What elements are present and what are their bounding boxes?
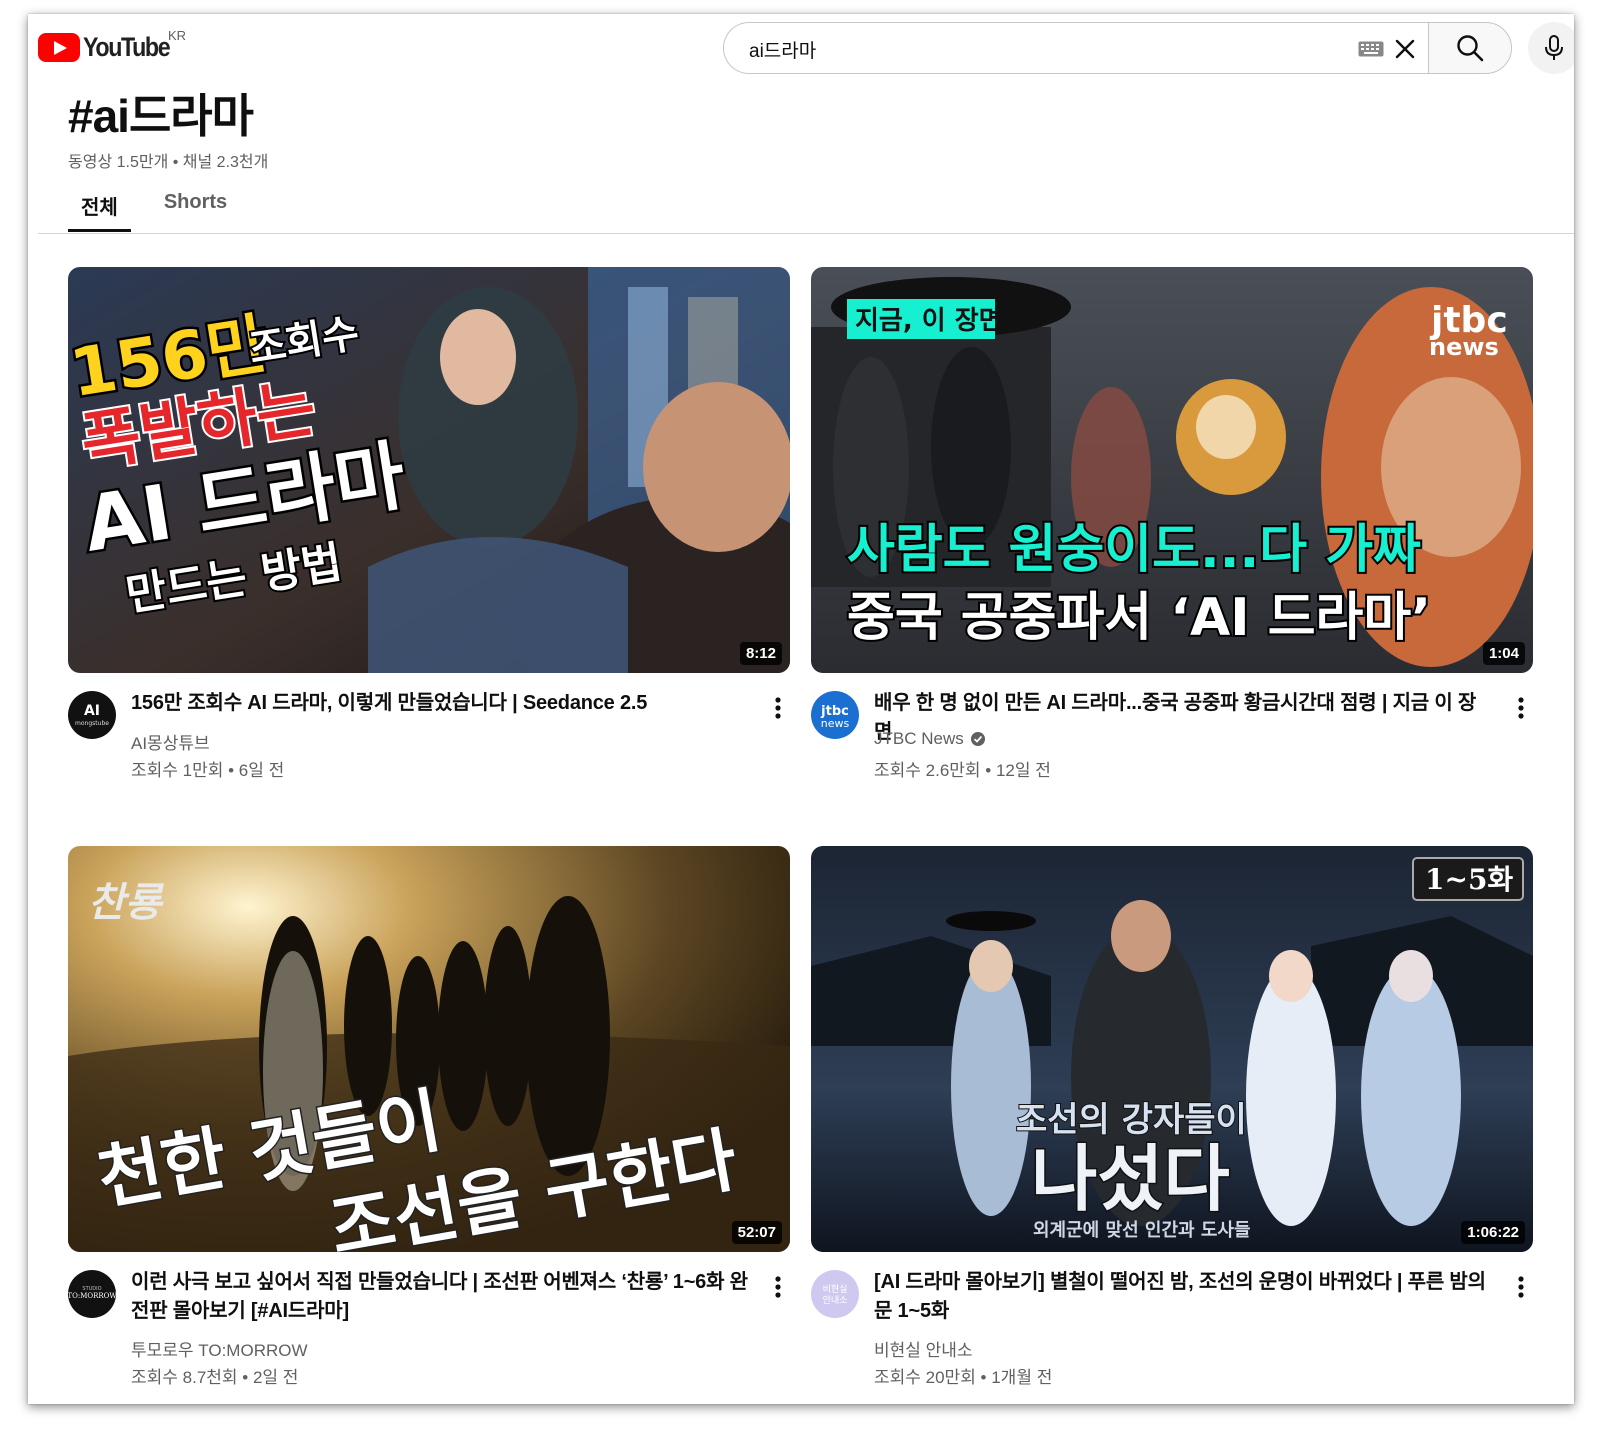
page-title: #ai드라마 [68, 90, 254, 142]
channel-name[interactable]: JTBC News [874, 729, 986, 749]
svg-text:1~5화: 1~5화 [1425, 863, 1513, 896]
channel-name[interactable]: 비현실 안내소 [874, 1336, 973, 1361]
video-stats: 조회수 1만회 • 6일 전 [131, 761, 285, 780]
svg-text:안내소: 안내소 [823, 1295, 848, 1306]
channel-avatar[interactable]: AI mongstube [68, 691, 116, 739]
svg-text:TO:MORROW: TO:MORROW [68, 1292, 116, 1300]
video-stats: 조회수 8.7천회 • 2일 전 [131, 1368, 299, 1387]
microphone-icon [1545, 35, 1563, 60]
search-button[interactable] [1428, 22, 1512, 74]
svg-text:지금, 이 장면: 지금, 이 장면 [855, 306, 1003, 336]
video-card[interactable]: 156만 조회수 폭발하는 AI 드라마 만드는 방법 8:12 AI mong… [68, 267, 790, 793]
search-input[interactable]: ai드라마 [723, 22, 1428, 74]
video-thumbnail[interactable]: 1~5화 조선의 강자들이 나섰다 외계군에 맞선 인간과 도사들 1:06:2… [811, 846, 1533, 1252]
svg-text:중국 공중파서 ‘AI 드라마’: 중국 공중파서 ‘AI 드라마’ [847, 588, 1431, 648]
video-duration: 1:04 [1482, 642, 1525, 665]
svg-text:AI: AI [84, 703, 100, 719]
header-divider [38, 233, 1574, 234]
channel-avatar[interactable]: STUDIO TO:MORROW [68, 1270, 116, 1318]
video-thumbnail[interactable]: 156만 조회수 폭발하는 AI 드라마 만드는 방법 8:12 [68, 267, 790, 673]
video-thumbnail[interactable]: 찬룡 천한 것들이 조선을 구한다 52:07 [68, 846, 790, 1252]
video-title[interactable]: 이런 사극 보고 싶어서 직접 만들었습니다 | 조선판 어벤져스 ‘찬룡’ 1… [131, 1268, 751, 1326]
video-card[interactable]: 찬룡 천한 것들이 조선을 구한다 52:07 STUDIO TO:MORROW… [68, 846, 790, 1387]
thumbnail-image: 지금, 이 장면 jtbc news 사람도 원숭이도...다 가짜 중국 공중… [811, 267, 1533, 673]
browser-window: YouTube KR ai드라마 #ai드라마 동영상 1.5만개 • 채널 2… [28, 14, 1574, 1404]
more-options-icon[interactable] [1509, 693, 1533, 723]
voice-search-button[interactable] [1528, 22, 1574, 74]
youtube-logo[interactable]: YouTube [38, 32, 183, 63]
more-options-icon[interactable] [766, 1272, 790, 1302]
video-card[interactable]: 1~5화 조선의 강자들이 나섰다 외계군에 맞선 인간과 도사들 1:06:2… [811, 846, 1533, 1387]
thumbnail-image: 156만 조회수 폭발하는 AI 드라마 만드는 방법 [68, 267, 790, 673]
thumbnail-image: 1~5화 조선의 강자들이 나섰다 외계군에 맞선 인간과 도사들 [811, 846, 1533, 1252]
svg-text:사람도 원숭이도...다 가짜: 사람도 원숭이도...다 가짜 [847, 520, 1421, 580]
keyboard-icon[interactable] [1358, 41, 1384, 57]
svg-text:외계군에 맞선 인간과 도사들: 외계군에 맞선 인간과 도사들 [1033, 1220, 1251, 1241]
svg-text:조선의 강자들이: 조선의 강자들이 [1016, 1100, 1247, 1140]
page-meta: 동영상 1.5만개 • 채널 2.3천개 [68, 154, 269, 171]
channel-avatar[interactable]: jtbc news [811, 691, 859, 739]
svg-text:news: news [1429, 333, 1499, 361]
video-duration: 52:07 [731, 1221, 782, 1244]
svg-text:news: news [821, 717, 850, 730]
video-duration: 1:06:22 [1461, 1221, 1525, 1244]
svg-text:mongstube: mongstube [75, 720, 109, 727]
region-label: KR [168, 28, 187, 43]
video-stats: 조회수 20만회 • 1개월 전 [874, 1368, 1053, 1387]
svg-text:비현실: 비현실 [823, 1284, 848, 1295]
video-stats: 조회수 2.6만회 • 12일 전 [874, 761, 1051, 780]
search-query[interactable]: ai드라마 [749, 36, 816, 63]
channel-name[interactable]: AI몽상튜브 [131, 729, 210, 754]
search-icon [1457, 35, 1484, 62]
verified-badge-icon [970, 732, 985, 746]
more-options-icon[interactable] [1509, 1272, 1533, 1302]
logo-text: YouTube [83, 32, 171, 62]
video-duration: 8:12 [739, 642, 782, 665]
video-thumbnail[interactable]: 지금, 이 장면 jtbc news 사람도 원숭이도...다 가짜 중국 공중… [811, 267, 1533, 673]
video-title[interactable]: [AI 드라마 몰아보기] 별철이 떨어진 밤, 조선의 운명이 바뀌었다 | … [874, 1268, 1494, 1326]
svg-text:찬룡: 찬룡 [88, 879, 165, 926]
video-title[interactable]: 156만 조회수 AI 드라마, 이렇게 만들었습니다 | Seedance 2… [131, 689, 751, 718]
svg-text:나섰다: 나섰다 [1031, 1136, 1230, 1221]
video-card[interactable]: 지금, 이 장면 jtbc news 사람도 원숭이도...다 가짜 중국 공중… [811, 267, 1533, 793]
tab-all[interactable]: 전체 [68, 184, 131, 232]
thumbnail-image: 찬룡 천한 것들이 조선을 구한다 [68, 846, 790, 1252]
tab-shorts[interactable]: Shorts [151, 184, 240, 232]
channel-name[interactable]: 투모로우 TO:MORROW [131, 1336, 308, 1361]
youtube-play-icon [38, 33, 80, 62]
channel-avatar[interactable]: 비현실 안내소 [811, 1270, 859, 1318]
clear-search-icon[interactable] [1392, 36, 1418, 62]
more-options-icon[interactable] [766, 693, 790, 723]
tab-bar: 전체 Shorts [68, 184, 240, 232]
